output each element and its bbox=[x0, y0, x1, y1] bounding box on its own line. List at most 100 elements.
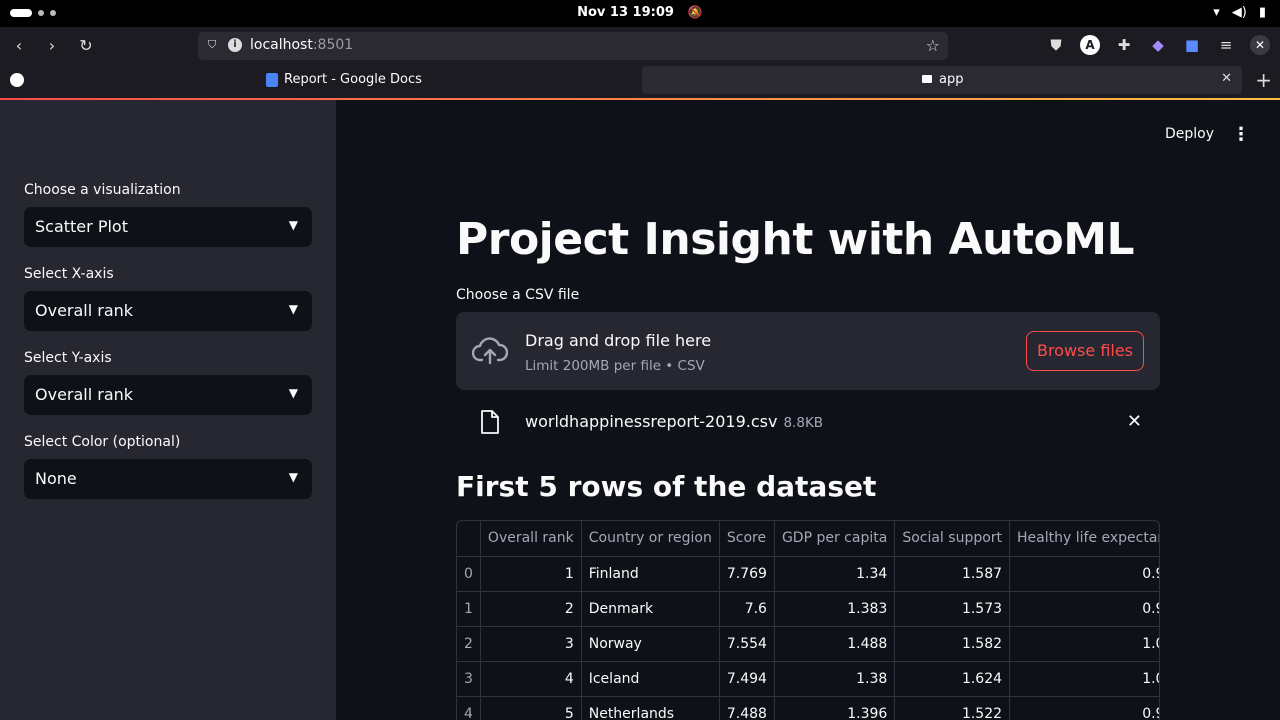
back-icon[interactable]: ‹ bbox=[8, 35, 30, 57]
url-text[interactable]: localhost:8501 bbox=[250, 37, 353, 53]
menu-icon[interactable]: ≡ bbox=[1216, 35, 1236, 55]
site-info-icon[interactable]: i bbox=[228, 38, 242, 52]
table-cell[interactable]: 5 bbox=[480, 696, 582, 720]
color-label: Select Color (optional) bbox=[24, 434, 181, 450]
x-axis-select[interactable]: Overall rank ▼ bbox=[24, 291, 312, 331]
table-cell[interactable]: Denmark bbox=[581, 591, 720, 627]
extension-blue-icon[interactable]: ■ bbox=[1182, 35, 1202, 55]
extension-purple-icon[interactable]: ◆ bbox=[1148, 35, 1168, 55]
url-port: :8501 bbox=[312, 37, 354, 53]
column-header[interactable]: Healthy life expectancy bbox=[1009, 521, 1159, 557]
uploader-label: Choose a CSV file bbox=[456, 287, 580, 303]
browser-nav-bar: ‹ › ↻ ⛉ i localhost:8501 ☆ ⛊ A ✚ ◆ ■ ≡ ✕ bbox=[0, 27, 1280, 65]
uploaded-file: worldhappinessreport-2019.csv 8.8KB ✕ bbox=[456, 400, 1160, 444]
chevron-down-icon: ▼ bbox=[288, 218, 298, 232]
table-cell[interactable]: 1.028 bbox=[1009, 626, 1159, 662]
table-cell[interactable]: 7.494 bbox=[719, 661, 775, 697]
tab-google-docs[interactable]: Report - Google Docs bbox=[250, 66, 636, 94]
select-value: None bbox=[35, 469, 77, 488]
table-cell[interactable]: 1.624 bbox=[894, 661, 1011, 697]
table-cell[interactable]: 4 bbox=[480, 661, 582, 697]
window-close-icon[interactable]: ✕ bbox=[1250, 35, 1270, 55]
table-cell[interactable]: 1.026 bbox=[1009, 661, 1159, 697]
table-cell-index[interactable]: 0 bbox=[457, 556, 481, 592]
file-name: worldhappinessreport-2019.csv bbox=[525, 412, 778, 431]
system-tray[interactable]: ▾ ◀) ▮ bbox=[1213, 5, 1266, 20]
visualization-select[interactable]: Scatter Plot ▼ bbox=[24, 207, 312, 247]
select-value: Overall rank bbox=[35, 385, 134, 404]
table-cell[interactable]: 0.996 bbox=[1009, 591, 1159, 627]
column-header[interactable]: Country or region bbox=[581, 521, 720, 557]
pocket-icon[interactable]: ⛊ bbox=[1046, 35, 1066, 55]
table-cell[interactable]: 1.582 bbox=[894, 626, 1011, 662]
table-cell[interactable]: 7.769 bbox=[719, 556, 775, 592]
remove-file-icon[interactable]: ✕ bbox=[1127, 411, 1142, 432]
y-axis-select[interactable]: Overall rank ▼ bbox=[24, 375, 312, 415]
tab-app[interactable]: app ✕ bbox=[642, 66, 1242, 94]
column-header[interactable]: Overall rank bbox=[480, 521, 582, 557]
dropzone-limit: Limit 200MB per file • CSV bbox=[525, 358, 705, 374]
table-cell[interactable]: 1.522 bbox=[894, 696, 1011, 720]
new-tab-icon[interactable]: + bbox=[1255, 68, 1272, 92]
y-axis-label: Select Y-axis bbox=[24, 350, 112, 366]
file-name-line: worldhappinessreport-2019.csv 8.8KB bbox=[525, 412, 823, 431]
table-cell[interactable]: 1.34 bbox=[774, 556, 896, 592]
table-cell[interactable]: 1.383 bbox=[774, 591, 896, 627]
wifi-icon: ▾ bbox=[1213, 5, 1220, 20]
table-row: 4 5 Netherlands 7.488 1.396 1.522 0.999 bbox=[457, 696, 1159, 720]
chevron-down-icon: ▼ bbox=[288, 470, 298, 484]
table-cell-index[interactable]: 3 bbox=[457, 661, 481, 697]
main-menu-icon[interactable]: ⋮ bbox=[1232, 124, 1250, 145]
extensions-icon[interactable]: ✚ bbox=[1114, 35, 1134, 55]
table-cell[interactable]: 1.587 bbox=[894, 556, 1011, 592]
browse-files-button[interactable]: Browse files bbox=[1026, 331, 1144, 371]
table-cell[interactable]: 3 bbox=[480, 626, 582, 662]
tab-close-icon[interactable]: ✕ bbox=[1221, 71, 1232, 86]
column-header[interactable]: Social support bbox=[894, 521, 1011, 557]
column-header-index[interactable] bbox=[457, 521, 481, 557]
file-dropzone[interactable]: Drag and drop file here Limit 200MB per … bbox=[456, 312, 1160, 390]
shield-icon[interactable]: ⛉ bbox=[208, 38, 220, 52]
table-cell[interactable]: 0.986 bbox=[1009, 556, 1159, 592]
visualization-label: Choose a visualization bbox=[24, 182, 181, 198]
url-host: localhost bbox=[250, 37, 313, 53]
table-cell[interactable]: 2 bbox=[480, 591, 582, 627]
table-cell[interactable]: 7.488 bbox=[719, 696, 775, 720]
table-cell[interactable]: Finland bbox=[581, 556, 720, 592]
table-cell[interactable]: Netherlands bbox=[581, 696, 720, 720]
table-cell[interactable]: 1.573 bbox=[894, 591, 1011, 627]
os-clock[interactable]: Nov 13 19:09 🔕 bbox=[0, 5, 1280, 20]
url-bar[interactable]: ⛉ i localhost:8501 ☆ bbox=[198, 32, 948, 60]
forward-icon[interactable]: › bbox=[41, 35, 63, 57]
table-cell[interactable]: 7.554 bbox=[719, 626, 775, 662]
streamlit-crown-icon bbox=[922, 75, 932, 83]
color-select[interactable]: None ▼ bbox=[24, 459, 312, 499]
reload-icon[interactable]: ↻ bbox=[75, 35, 97, 57]
notifications-muted-icon: 🔕 bbox=[687, 5, 703, 19]
browser-toolbar: ⛊ A ✚ ◆ ■ ≡ ✕ bbox=[1046, 35, 1270, 55]
table-cell[interactable]: Norway bbox=[581, 626, 720, 662]
column-header[interactable]: Score bbox=[719, 521, 775, 557]
table-cell[interactable]: 1.488 bbox=[774, 626, 896, 662]
table-header-row: Overall rank Country or region Score GDP… bbox=[457, 521, 1159, 557]
table-cell-index[interactable]: 1 bbox=[457, 591, 481, 627]
deploy-button[interactable]: Deploy bbox=[1165, 126, 1214, 142]
table-cell[interactable]: 1.38 bbox=[774, 661, 896, 697]
table-row: 1 2 Denmark 7.6 1.383 1.573 0.996 bbox=[457, 591, 1159, 627]
table-cell[interactable]: 1.396 bbox=[774, 696, 896, 720]
table-cell[interactable]: Iceland bbox=[581, 661, 720, 697]
column-header[interactable]: GDP per capita bbox=[774, 521, 896, 557]
firefox-view-icon[interactable] bbox=[10, 73, 24, 87]
table-cell[interactable]: 0.999 bbox=[1009, 696, 1159, 720]
table-cell-index[interactable]: 4 bbox=[457, 696, 481, 720]
account-avatar[interactable]: A bbox=[1080, 35, 1100, 55]
page-title: Project Insight with AutoML bbox=[456, 214, 1135, 265]
table-cell[interactable]: 7.6 bbox=[719, 591, 775, 627]
main-content: Deploy ⋮ Project Insight with AutoML Cho… bbox=[336, 100, 1280, 720]
data-table[interactable]: Overall rank Country or region Score GDP… bbox=[456, 520, 1160, 720]
table-cell-index[interactable]: 2 bbox=[457, 626, 481, 662]
bookmark-star-icon[interactable]: ☆ bbox=[926, 36, 940, 55]
tab-label: app bbox=[939, 72, 964, 87]
table-cell[interactable]: 1 bbox=[480, 556, 582, 592]
cloud-upload-icon bbox=[472, 337, 508, 365]
